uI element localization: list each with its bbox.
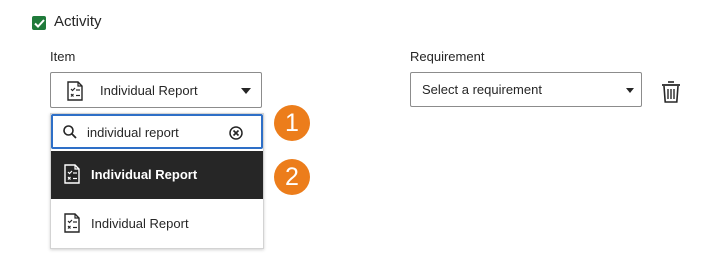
item-dropdown-panel: Individual Report Individual Report xyxy=(50,113,264,249)
activity-checkbox[interactable] xyxy=(32,16,46,30)
requirement-select-placeholder: Select a requirement xyxy=(422,82,542,97)
requirement-select[interactable]: Select a requirement xyxy=(410,72,642,107)
clear-search-icon[interactable] xyxy=(229,126,243,140)
document-checklist-icon xyxy=(64,213,80,233)
dropdown-search-box[interactable] xyxy=(51,114,263,149)
trash-icon[interactable] xyxy=(661,80,681,104)
item-select[interactable]: Individual Report xyxy=(50,72,262,108)
dropdown-search-input[interactable] xyxy=(87,122,217,142)
checkmark-icon xyxy=(33,18,45,28)
callout-badge-2: 2 xyxy=(274,159,310,195)
activity-label: Activity xyxy=(54,13,102,30)
item-label: Item xyxy=(50,49,76,64)
chevron-down-icon xyxy=(626,88,634,93)
dropdown-option-label: Individual Report xyxy=(91,216,189,231)
document-checklist-icon xyxy=(64,164,80,184)
callout-badge-1: 1 xyxy=(274,105,310,141)
document-checklist-icon xyxy=(67,81,83,101)
dropdown-option-label: Individual Report xyxy=(91,167,198,182)
dropdown-option[interactable]: Individual Report xyxy=(51,200,263,248)
dropdown-option[interactable]: Individual Report xyxy=(51,151,263,199)
requirement-label: Requirement xyxy=(410,49,485,64)
search-icon xyxy=(63,125,77,139)
chevron-down-icon xyxy=(241,88,251,94)
item-select-value: Individual Report xyxy=(100,83,198,98)
